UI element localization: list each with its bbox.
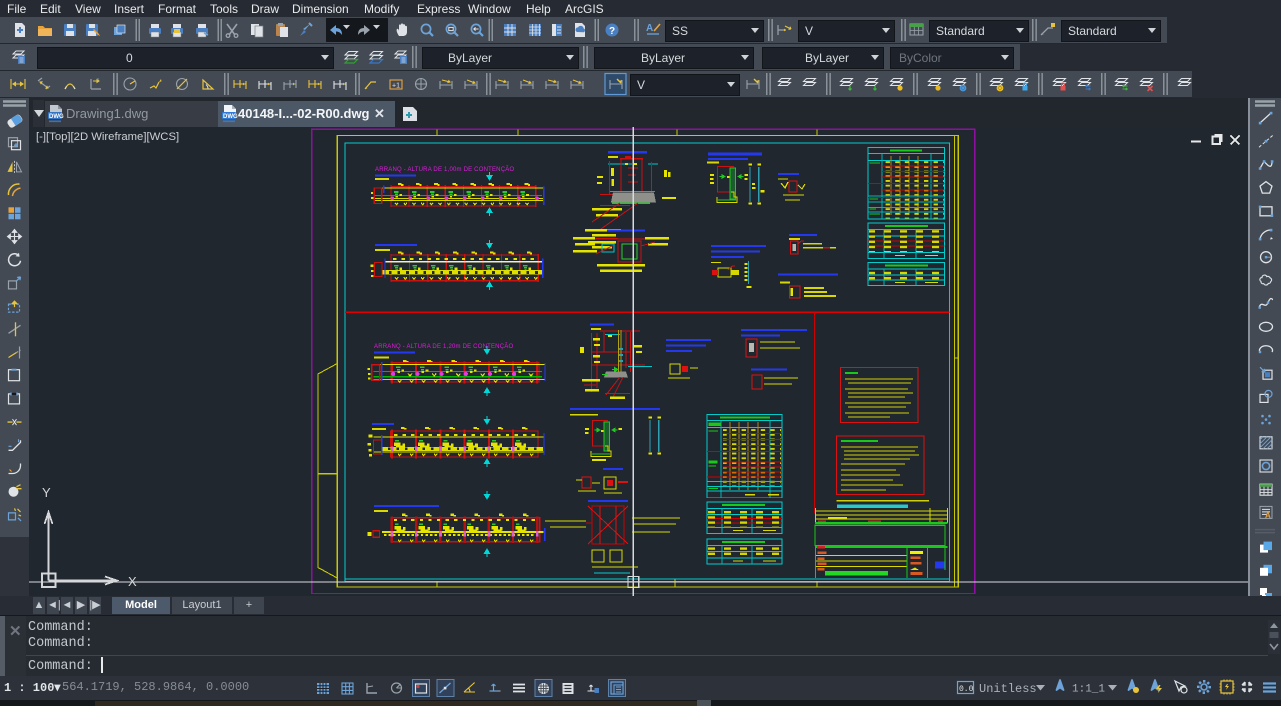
svg-text:DWG: DWG [223, 114, 238, 120]
svg-text:Unitless: Unitless [979, 682, 1037, 696]
svg-text:0.0: 0.0 [959, 685, 974, 694]
svg-text:ARRANQ - ALTURA DE 1,20m DE: ARRANQ - ALTURA DE 1,20m DE CONTENÇÃO [374, 343, 513, 350]
svg-text:A: A [646, 23, 653, 34]
svg-text:x: x [97, 77, 100, 82]
svg-text:ARRANQ - ALTURA DE 1,00m DE: ARRANQ - ALTURA DE 1,00m DE CONTENÇÃO [375, 166, 514, 173]
svg-text:1:1_1: 1:1_1 [1072, 684, 1105, 696]
svg-text:DWG: DWG [49, 114, 64, 120]
svg-text:?: ? [609, 26, 615, 37]
svg-text:[-][Top][2D Wireframe][WCS]: [-][Top][2D Wireframe][WCS] [36, 131, 179, 143]
svg-text:Y: Y [42, 485, 51, 500]
svg-text:A: A [1265, 511, 1271, 520]
svg-text:+1: +1 [392, 83, 400, 90]
